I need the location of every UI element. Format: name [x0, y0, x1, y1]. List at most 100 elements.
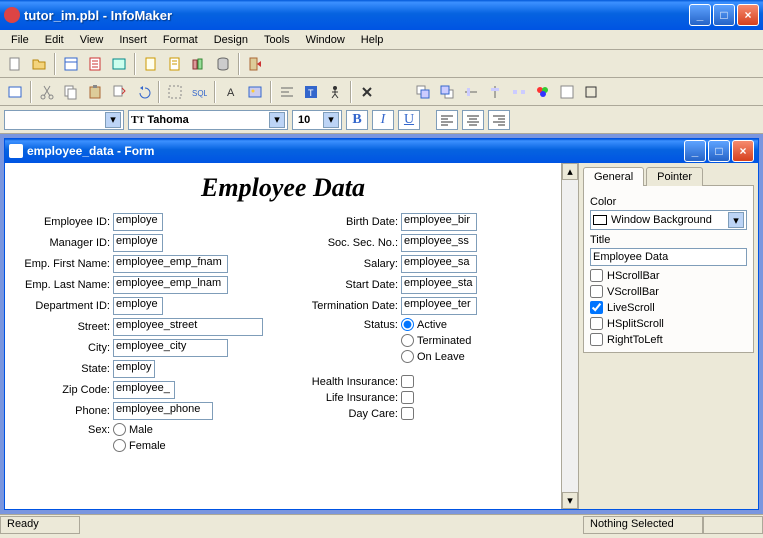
- field-tdate[interactable]: employee_ter: [401, 297, 477, 315]
- label-phone[interactable]: Phone:: [13, 405, 113, 417]
- radio-female[interactable]: Female: [113, 439, 166, 452]
- minimize-button[interactable]: _: [689, 4, 711, 26]
- label-sdate[interactable]: Start Date:: [293, 279, 401, 291]
- check-righttoleft[interactable]: RightToLeft: [590, 333, 747, 346]
- label-salary[interactable]: Salary:: [293, 258, 401, 270]
- check-hscrollbar[interactable]: HScrollBar: [590, 269, 747, 282]
- copy-icon[interactable]: [60, 81, 82, 103]
- space-icon[interactable]: [508, 81, 530, 103]
- menu-file[interactable]: File: [4, 32, 36, 48]
- radio-active[interactable]: Active: [401, 318, 447, 331]
- undo-icon[interactable]: [132, 81, 154, 103]
- scroll-down-icon[interactable]: ▾: [562, 492, 578, 509]
- label-city[interactable]: City:: [13, 342, 113, 354]
- menu-view[interactable]: View: [73, 32, 111, 48]
- field-zip[interactable]: employee_: [113, 381, 175, 399]
- field-bdate[interactable]: employee_bir: [401, 213, 477, 231]
- tab-general[interactable]: General: [583, 167, 644, 186]
- label-fname[interactable]: Emp. First Name:: [13, 258, 113, 270]
- check-livescroll[interactable]: LiveScroll: [590, 301, 747, 314]
- field-dept[interactable]: employe: [113, 297, 163, 315]
- page-icon[interactable]: [140, 53, 162, 75]
- label-emp-id[interactable]: Employee ID:: [13, 216, 113, 228]
- label-sex[interactable]: Sex:: [13, 424, 113, 436]
- align-icon[interactable]: [276, 81, 298, 103]
- cut-icon[interactable]: [36, 81, 58, 103]
- field-state[interactable]: employ: [113, 360, 155, 378]
- label-state[interactable]: State:: [13, 363, 113, 375]
- check-vscrollbar[interactable]: VScrollBar: [590, 285, 747, 298]
- field-fname[interactable]: employee_emp_fnam: [113, 255, 228, 273]
- label-zip[interactable]: Zip Code:: [13, 384, 113, 396]
- title-input[interactable]: [590, 248, 747, 266]
- label-dept[interactable]: Department ID:: [13, 300, 113, 312]
- form-scrollbar[interactable]: ▴ ▾: [561, 163, 578, 509]
- label-bdate[interactable]: Birth Date:: [293, 216, 401, 228]
- field-lname[interactable]: employee_emp_lnam: [113, 276, 228, 294]
- exit-icon[interactable]: [244, 53, 266, 75]
- close-icon[interactable]: [356, 81, 378, 103]
- check-hins[interactable]: [401, 375, 414, 388]
- query-icon[interactable]: [108, 53, 130, 75]
- tab-order-icon[interactable]: T: [300, 81, 322, 103]
- send-back-icon[interactable]: [436, 81, 458, 103]
- field-sdate[interactable]: employee_sta: [401, 276, 477, 294]
- color-combo[interactable]: Window Background▾: [590, 210, 747, 230]
- font-size-combo[interactable]: 10▾: [292, 110, 342, 130]
- label-ssn[interactable]: Soc. Sec. No.:: [293, 237, 401, 249]
- field-city[interactable]: employee_city: [113, 339, 228, 357]
- form-icon[interactable]: [60, 53, 82, 75]
- form-canvas[interactable]: Employee Data Employee ID:employe Manage…: [5, 163, 561, 509]
- menu-edit[interactable]: Edit: [38, 32, 71, 48]
- check-lins[interactable]: [401, 391, 414, 404]
- check-dcare[interactable]: [401, 407, 414, 420]
- picture-icon[interactable]: [244, 81, 266, 103]
- script-icon[interactable]: [164, 53, 186, 75]
- check-hsplitscroll[interactable]: HSplitScroll: [590, 317, 747, 330]
- bgcolor-icon[interactable]: [556, 81, 578, 103]
- align-v-icon[interactable]: [484, 81, 506, 103]
- menu-design[interactable]: Design: [207, 32, 255, 48]
- field-emp-id[interactable]: employe: [113, 213, 163, 231]
- menu-window[interactable]: Window: [299, 32, 352, 48]
- menu-insert[interactable]: Insert: [112, 32, 154, 48]
- border-icon[interactable]: [580, 81, 602, 103]
- scroll-up-icon[interactable]: ▴: [562, 163, 578, 180]
- field-phone[interactable]: employee_phone: [113, 402, 213, 420]
- menu-help[interactable]: Help: [354, 32, 391, 48]
- preview-icon[interactable]: [4, 81, 26, 103]
- select-icon[interactable]: [164, 81, 186, 103]
- underline-button[interactable]: U: [398, 110, 420, 130]
- italic-button[interactable]: I: [372, 110, 394, 130]
- child-close-button[interactable]: ×: [732, 140, 754, 162]
- form-heading[interactable]: Employee Data: [5, 163, 561, 213]
- label-lins[interactable]: Life Insurance:: [293, 392, 401, 404]
- paste-icon[interactable]: [84, 81, 106, 103]
- close-button[interactable]: ×: [737, 4, 759, 26]
- menu-format[interactable]: Format: [156, 32, 205, 48]
- field-mgr-id[interactable]: employe: [113, 234, 163, 252]
- align-left-button[interactable]: [436, 110, 458, 130]
- field-ssn[interactable]: employee_ss: [401, 234, 477, 252]
- run-icon[interactable]: [324, 81, 346, 103]
- child-minimize-button[interactable]: _: [684, 140, 706, 162]
- sql-icon[interactable]: SQL: [188, 81, 210, 103]
- align-h-icon[interactable]: [460, 81, 482, 103]
- delete-icon[interactable]: [108, 81, 130, 103]
- label-dcare[interactable]: Day Care:: [293, 408, 401, 420]
- report-icon[interactable]: [84, 53, 106, 75]
- menu-tools[interactable]: Tools: [257, 32, 297, 48]
- fgcolor-icon[interactable]: [532, 81, 554, 103]
- label-status[interactable]: Status:: [293, 319, 401, 331]
- font-name-combo[interactable]: TT Tahoma▾: [128, 110, 288, 130]
- align-right-button[interactable]: [488, 110, 510, 130]
- align-center-button[interactable]: [462, 110, 484, 130]
- label-tdate[interactable]: Termination Date:: [293, 300, 401, 312]
- field-street[interactable]: employee_street: [113, 318, 263, 336]
- radio-male[interactable]: Male: [113, 423, 153, 436]
- database-icon[interactable]: [212, 53, 234, 75]
- label-hins[interactable]: Health Insurance:: [293, 376, 401, 388]
- label-mgr-id[interactable]: Manager ID:: [13, 237, 113, 249]
- label-lname[interactable]: Emp. Last Name:: [13, 279, 113, 291]
- tab-pointer[interactable]: Pointer: [646, 167, 703, 186]
